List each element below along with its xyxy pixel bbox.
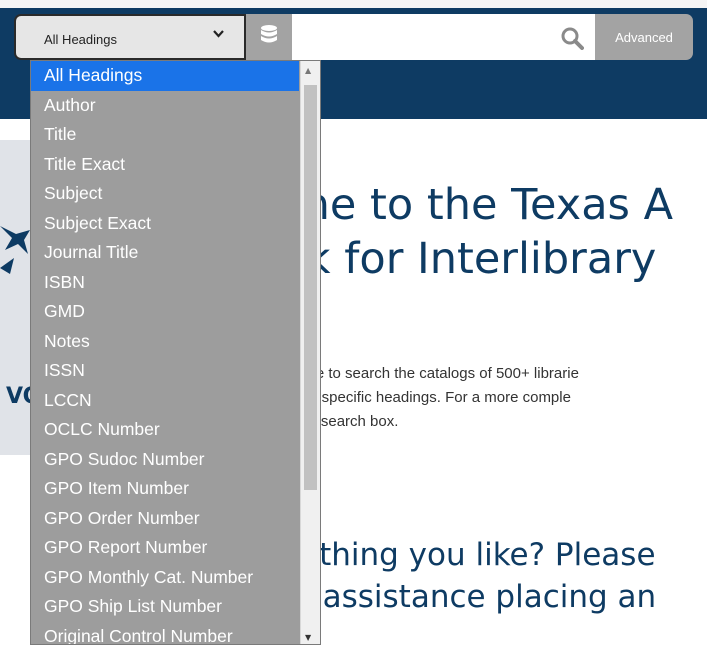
dropdown-option[interactable]: All Headings	[31, 61, 299, 91]
intro-text: ove to search the catalogs of 500+ libra…	[300, 362, 579, 434]
intro-line-2: for specific headings. For a more comple	[300, 389, 571, 406]
search-bar: All Headings Advanced	[14, 14, 707, 60]
findmore-heading-line2: r assistance placing an	[300, 579, 657, 615]
chevron-down-icon	[213, 29, 224, 41]
scrollbar-thumb[interactable]	[304, 85, 317, 490]
dropdown-option[interactable]: Subject	[31, 179, 299, 209]
dropdown-option[interactable]: Subject Exact	[31, 209, 299, 239]
dropdown-option[interactable]: ISSN	[31, 356, 299, 386]
advanced-search-button[interactable]: Advanced	[595, 14, 693, 60]
header-top-strip	[0, 0, 707, 8]
dropdown-option[interactable]: GPO Sudoc Number	[31, 445, 299, 475]
dropdown-option[interactable]: Author	[31, 91, 299, 121]
search-icon	[560, 27, 584, 54]
search-button[interactable]	[560, 26, 586, 50]
dropdown-option[interactable]: Original Control Number	[31, 622, 299, 645]
scroll-down-arrow-icon[interactable]: ▼	[305, 633, 311, 642]
search-input[interactable]	[292, 14, 595, 60]
welcome-heading-line1: me to the Texas A	[288, 180, 674, 230]
dropdown-option[interactable]: OCLC Number	[31, 415, 299, 445]
heading-dropdown-list[interactable]: All Headings Author Title Title Exact Subjec…	[30, 60, 321, 645]
star-logo-icon	[0, 218, 30, 302]
dropdown-option[interactable]: GPO Ship List Number	[31, 592, 299, 622]
dropdown-option[interactable]: Title	[31, 120, 299, 150]
dropdown-option[interactable]: GMD	[31, 297, 299, 327]
findmore-heading-line1: ething you like? Please	[300, 537, 656, 573]
dropdown-option[interactable]: GPO Report Number	[31, 533, 299, 563]
intro-line-3: he search box.	[300, 413, 399, 430]
welcome-heading-line2: rk for Interlibrary	[288, 234, 657, 284]
heading-select[interactable]: All Headings	[14, 14, 246, 60]
dropdown-option[interactable]: GPO Order Number	[31, 504, 299, 534]
database-icon	[260, 24, 278, 50]
dropdown-option[interactable]: GPO Item Number	[31, 474, 299, 504]
dropdown-scrollbar[interactable]: ▲ ▼	[300, 61, 320, 644]
welcome-heading: me to the Texas A rk for Interlibrary	[288, 178, 673, 286]
dropdown-option[interactable]: Notes	[31, 327, 299, 357]
dropdown-options: All Headings Author Title Title Exact Subjec…	[31, 61, 320, 645]
dropdown-option[interactable]: GPO Monthly Cat. Number	[31, 563, 299, 593]
dropdown-option[interactable]: Title Exact	[31, 150, 299, 180]
database-button[interactable]	[246, 14, 292, 60]
scroll-up-arrow-icon[interactable]: ▲	[305, 66, 311, 75]
dropdown-option[interactable]: LCCN	[31, 386, 299, 416]
dropdown-option[interactable]: Journal Title	[31, 238, 299, 268]
heading-select-value: All Headings	[44, 32, 117, 47]
findmore-heading: ething you like? Please r assistance pla…	[300, 534, 656, 618]
intro-line-1: ove to search the catalogs of 500+ libra…	[300, 365, 579, 382]
dropdown-option[interactable]: ISBN	[31, 268, 299, 298]
